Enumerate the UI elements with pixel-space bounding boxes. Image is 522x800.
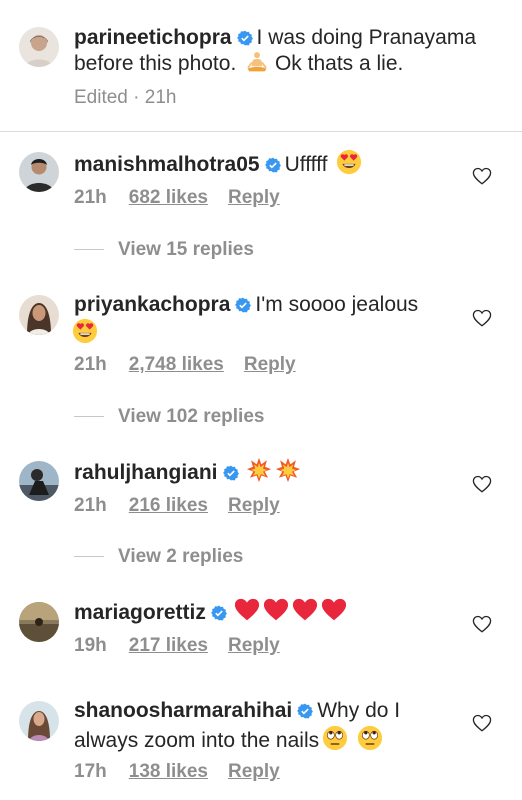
- meditation-emoji-icon: [245, 50, 269, 74]
- comment-username[interactable]: mariagorettiz: [74, 601, 206, 624]
- heart-eyes-emoji-icon: [72, 318, 98, 344]
- comment-likes-link[interactable]: 2,748 likes: [129, 354, 224, 375]
- comment-username[interactable]: rahuljhangiani: [74, 461, 218, 484]
- comment-likes-link[interactable]: 217 likes: [129, 635, 208, 656]
- comment-text: I'm soooo jealous: [255, 293, 419, 316]
- verified-badge-icon: [211, 605, 227, 621]
- view-replies-button[interactable]: View 15 replies: [74, 239, 254, 261]
- comment-time: 17h: [74, 761, 107, 782]
- reply-button[interactable]: Reply: [228, 761, 280, 782]
- like-heart-icon[interactable]: [472, 714, 492, 732]
- verified-badge-icon: [297, 703, 313, 719]
- avatar-rahuljhangiani[interactable]: [19, 461, 59, 501]
- comment-text-line1: Why do I: [317, 699, 401, 722]
- verified-badge-icon: [265, 157, 281, 173]
- reply-button[interactable]: Reply: [228, 495, 280, 516]
- comment-text-line2: always zoom into the nails: [74, 729, 320, 752]
- caption-text-line2: before this photo.: [74, 52, 237, 75]
- verified-badge-icon: [237, 30, 253, 46]
- comment-time: 21h: [74, 354, 107, 375]
- eye-roll-emoji-icon: [322, 725, 348, 751]
- avatar-mariagorettiz[interactable]: [19, 602, 59, 642]
- avatar-priyankachopra[interactable]: [19, 295, 59, 335]
- red-heart-emoji-icon: [292, 597, 318, 623]
- comment-username[interactable]: priyankachopra: [74, 293, 230, 316]
- reply-button[interactable]: Reply: [228, 187, 280, 208]
- like-heart-icon[interactable]: [472, 615, 492, 633]
- verified-badge-icon: [223, 465, 239, 481]
- like-heart-icon[interactable]: [472, 167, 492, 185]
- comment-username[interactable]: shanoosharmarahihai: [74, 699, 292, 722]
- comment-likes-link[interactable]: 682 likes: [129, 187, 208, 208]
- comment-likes-link[interactable]: 216 likes: [129, 495, 208, 516]
- like-heart-icon[interactable]: [472, 475, 492, 493]
- view-replies-label: View 2 replies: [118, 546, 244, 567]
- comment-time: 19h: [74, 635, 107, 656]
- red-heart-emoji-icon: [321, 597, 347, 623]
- avatar-parineetichopra[interactable]: [19, 27, 59, 67]
- comment-time: 21h: [74, 187, 107, 208]
- collision-emoji-icon: [275, 457, 301, 483]
- view-replies-button[interactable]: View 102 replies: [74, 406, 264, 428]
- verified-badge-icon: [235, 297, 251, 313]
- caption-username[interactable]: parineetichopra: [74, 26, 232, 49]
- avatar-manishmalhotra05[interactable]: [19, 152, 59, 192]
- heart-eyes-emoji-icon: [336, 149, 362, 175]
- comment-username[interactable]: manishmalhotra05: [74, 153, 260, 176]
- view-replies-button[interactable]: View 2 replies: [74, 546, 243, 568]
- caption-divider: [0, 131, 522, 132]
- eye-roll-emoji-icon: [357, 725, 383, 751]
- view-replies-label: View 102 replies: [118, 406, 265, 427]
- red-heart-emoji-icon: [234, 597, 260, 623]
- caption-edited: Edited · 21h: [74, 87, 177, 108]
- replies-line: [74, 249, 104, 251]
- caption-text-line1: I was doing Pranayama: [256, 26, 477, 49]
- collision-emoji-icon: [246, 457, 272, 483]
- view-replies-label: View 15 replies: [118, 239, 254, 260]
- reply-button[interactable]: Reply: [228, 635, 280, 656]
- like-heart-icon[interactable]: [472, 309, 492, 327]
- replies-line: [74, 556, 104, 558]
- caption-text-line2-tail: Ok thats a lie.: [274, 52, 404, 75]
- comment-likes-link[interactable]: 138 likes: [129, 761, 208, 782]
- reply-button[interactable]: Reply: [244, 354, 296, 375]
- comment-time: 21h: [74, 495, 107, 516]
- avatar-shanoosharmarahihai[interactable]: [19, 701, 59, 741]
- comment-text: Ufffff: [284, 153, 328, 176]
- red-heart-emoji-icon: [263, 597, 289, 623]
- replies-line: [74, 416, 104, 418]
